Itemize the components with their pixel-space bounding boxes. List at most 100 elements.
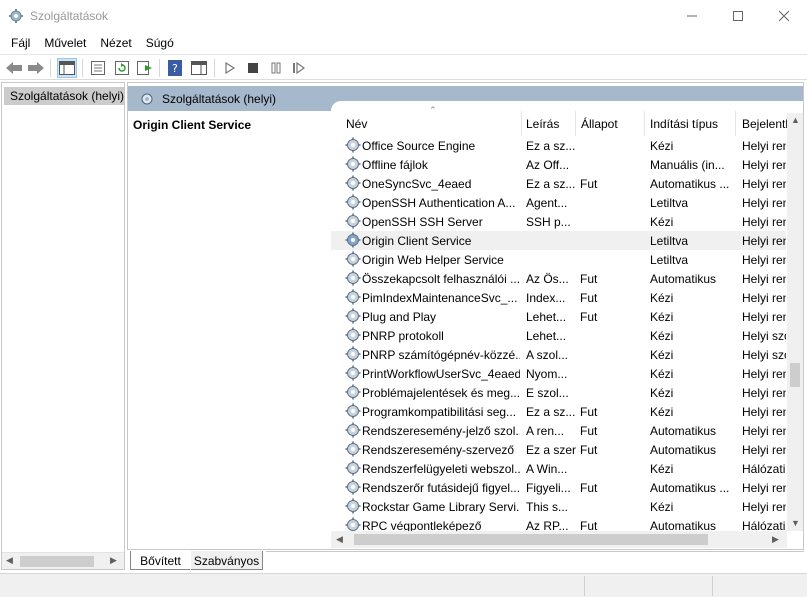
menu-file[interactable]: Fájl — [4, 36, 37, 50]
service-status: Fut — [580, 405, 598, 419]
tree-item-services-local[interactable]: Szolgáltatások (helyi) — [4, 87, 124, 105]
service-logon-as: Helyi rendszer — [742, 386, 786, 400]
scroll-right-icon[interactable]: ▶ — [110, 555, 117, 566]
scroll-down-icon[interactable]: ▼ — [791, 518, 800, 528]
service-description: Lehet... — [526, 310, 567, 324]
service-logon-as: Helyi szolgáltatás — [742, 348, 786, 362]
service-startup-type: Kézi — [650, 500, 674, 514]
scroll-thumb[interactable] — [20, 556, 94, 567]
service-row[interactable]: PNRP számítógépnév-közzé... A szol... Kézi… — [331, 345, 786, 364]
scroll-thumb[interactable] — [790, 363, 800, 387]
horizontal-scrollbar[interactable]: ◀ ▶ — [331, 531, 787, 548]
service-gear-icon — [345, 194, 361, 210]
service-gear-icon — [345, 137, 361, 153]
column-header-name[interactable]: Név — [346, 117, 367, 131]
scroll-right-icon[interactable]: ▶ — [772, 534, 779, 545]
menu-help[interactable]: Súgó — [139, 36, 181, 50]
tab-divider — [266, 551, 804, 552]
service-gear-icon — [345, 232, 361, 248]
maximize-button[interactable] — [715, 0, 761, 32]
service-description: Ez a sz... — [526, 405, 576, 419]
service-name: PNRP számítógépnév-közzé... — [362, 348, 520, 362]
scroll-left-icon[interactable]: ◀ — [6, 555, 13, 566]
service-row[interactable]: Origin Web Helper Service Letiltva Helyi r… — [331, 250, 786, 269]
column-header-description[interactable]: Leírás — [526, 117, 559, 131]
column-header-startup-type[interactable]: Indítási típus — [650, 117, 718, 131]
close-button[interactable] — [761, 0, 807, 32]
service-startup-type: Kézi — [650, 329, 674, 343]
service-gear-icon — [345, 498, 361, 514]
service-row[interactable]: OneSyncSvc_4eaed Ez a sz... Fut Automatikus… — [331, 174, 786, 193]
properties-icon — [91, 61, 105, 75]
service-name: Rendszerfelügyeleti webszol... — [362, 462, 520, 476]
service-logon-as: Helyi rendszer — [742, 310, 786, 324]
service-description: Nyom... — [526, 367, 568, 381]
service-status: Fut — [580, 272, 598, 286]
service-name: PrintWorkflowUserSvc_4eaed — [362, 367, 520, 381]
service-row[interactable]: Office Source Engine Ez a sz... Kézi Helyi … — [331, 136, 786, 155]
tab-extended[interactable]: Bővített — [130, 551, 190, 570]
minimize-button[interactable] — [669, 0, 715, 32]
service-startup-type: Automatikus ... — [650, 177, 730, 191]
show-action-pane-button[interactable] — [189, 58, 209, 78]
scroll-left-icon[interactable]: ◀ — [336, 534, 343, 545]
pause-service-button[interactable] — [266, 58, 286, 78]
tree-horizontal-scrollbar[interactable]: ◀ ▶ — [2, 552, 124, 569]
scroll-up-icon[interactable]: ▲ — [791, 115, 800, 125]
service-gear-icon — [345, 460, 361, 476]
service-row[interactable]: Rendszeresemény-jelző szol... A ren... Fut… — [331, 421, 786, 440]
service-row[interactable]: Összekapcsolt felhasználói ... Az Ös... Fu… — [331, 269, 786, 288]
service-row[interactable]: Rendszeresemény-szervező Ez a szerv... Fut… — [331, 440, 786, 459]
service-description: Ez a sz... — [526, 139, 576, 153]
service-row[interactable]: Rockstar Game Library Servi... This s... K… — [331, 497, 786, 516]
service-name: Origin Web Helper Service — [362, 253, 504, 267]
service-name: Plug and Play — [362, 310, 437, 324]
service-row[interactable]: Programkompatibilitási seg... Ez a sz... F… — [331, 402, 786, 421]
menu-action[interactable]: Művelet — [37, 36, 93, 50]
restart-service-button[interactable] — [289, 58, 309, 78]
help-button[interactable]: ? — [165, 58, 185, 78]
minimize-icon — [687, 15, 697, 17]
show-hide-tree-button[interactable] — [57, 58, 77, 78]
menu-view[interactable]: Nézet — [93, 36, 138, 50]
back-button[interactable] — [4, 58, 24, 78]
column-header-status[interactable]: Állapot — [581, 117, 618, 131]
service-name: Origin Client Service — [362, 234, 472, 248]
tab-standard[interactable]: Szabványos — [191, 551, 263, 570]
service-row[interactable]: OpenSSH SSH Server SSH p... Kézi Helyi rend… — [331, 212, 786, 231]
vertical-scrollbar[interactable]: ▲ ▼ — [787, 113, 803, 531]
export-list-button[interactable] — [135, 58, 155, 78]
start-service-button[interactable] — [220, 58, 240, 78]
refresh-button[interactable] — [112, 58, 132, 78]
scroll-thumb[interactable] — [354, 534, 708, 545]
service-row[interactable]: Problémajelentések és meg... E szol... Kéz… — [331, 383, 786, 402]
service-row[interactable]: Plug and Play Lehet... Fut Kézi Helyi rendsz… — [331, 307, 786, 326]
service-description: Lehet... — [526, 329, 567, 343]
service-row[interactable]: PNRP protokoll Lehet... Kézi Helyi szolgált… — [331, 326, 786, 345]
service-row[interactable]: Rendszerfelügyeleti webszol... A Win... Ké… — [331, 459, 786, 478]
service-startup-type: Automatikus ... — [650, 481, 730, 495]
service-logon-as: Hálózati szolgáltatás — [742, 462, 786, 476]
service-name: Problémajelentések és meg... — [362, 386, 520, 400]
service-gear-icon — [345, 175, 361, 191]
service-row[interactable]: Origin Client Service Letiltva Helyi rends… — [331, 231, 786, 250]
stop-service-button[interactable] — [243, 58, 263, 78]
service-row[interactable]: Offline fájlok Az Off... Manuális (in... He… — [331, 155, 786, 174]
service-status: Fut — [580, 481, 598, 495]
service-gear-icon — [345, 365, 361, 381]
toolbar: ? — [0, 54, 807, 80]
service-status: Fut — [580, 443, 598, 457]
service-row[interactable]: PimIndexMaintenanceSvc_... Index... Fut Kéz… — [331, 288, 786, 307]
service-row[interactable]: Rendszerőr futásidejű figyel... Figyeli..… — [331, 478, 786, 497]
column-header-logon-as[interactable]: Bejelentkezés mint — [742, 117, 787, 131]
service-row[interactable]: PrintWorkflowUserSvc_4eaed Nyom... Kézi Hel… — [331, 364, 786, 383]
service-logon-as: Helyi rendszer — [742, 291, 786, 305]
forward-button[interactable] — [26, 58, 46, 78]
service-description: Ez a szerv... — [526, 443, 576, 457]
services-gear-icon — [141, 93, 153, 104]
service-description: A Win... — [526, 462, 568, 476]
service-row[interactable]: OpenSSH Authentication A... Agent... Letil… — [331, 193, 786, 212]
pause-icon — [271, 62, 281, 74]
properties-button[interactable] — [88, 58, 108, 78]
service-logon-as: Helyi rendszer — [742, 177, 786, 191]
